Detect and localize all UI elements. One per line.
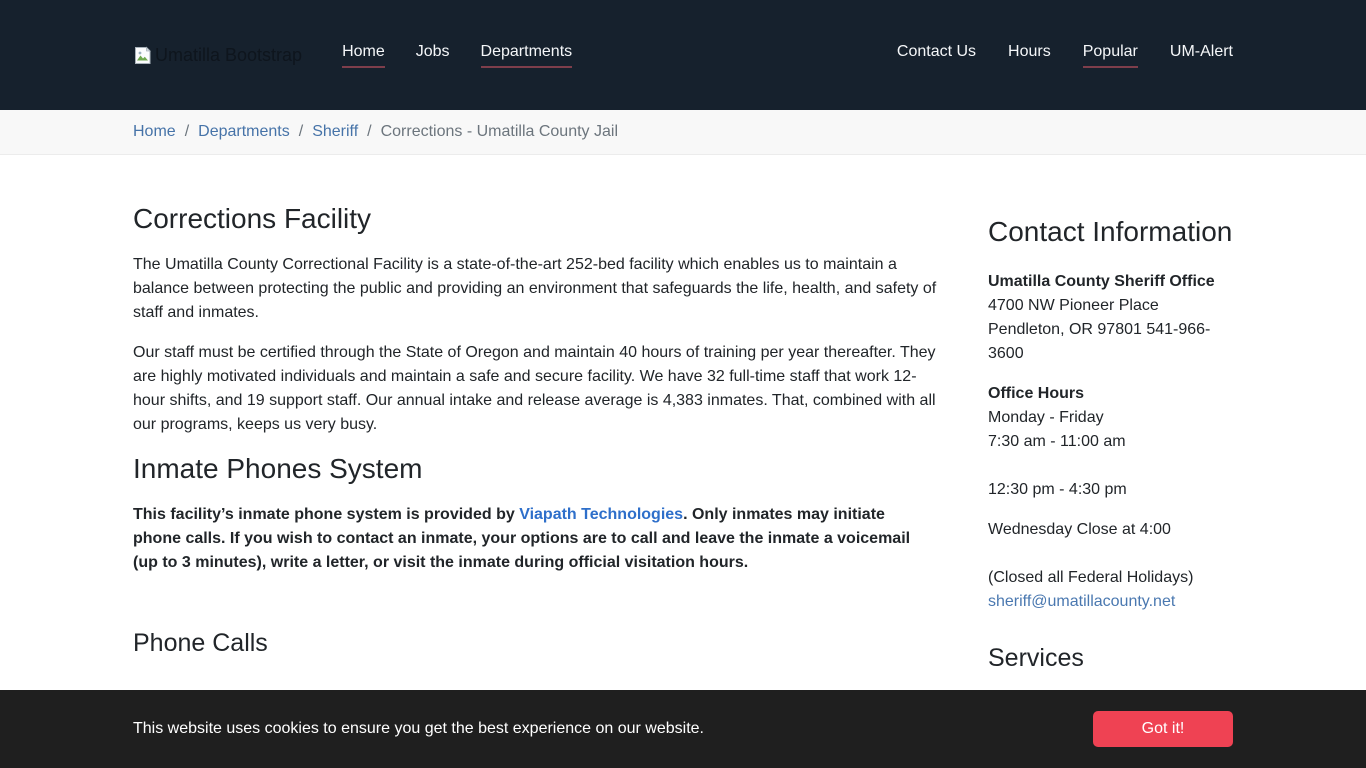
navbar-left-links: Home Jobs Departments: [342, 43, 572, 68]
viapath-technologies-link[interactable]: Viapath Technologies: [519, 506, 683, 523]
breadcrumb-current-page: Corrections - Umatilla County Jail: [381, 123, 618, 141]
office-hours-wednesday: Wednesday Close at 4:00: [988, 518, 1233, 542]
navbar-container: Umatilla Bootstrap Home Jobs Departments…: [133, 43, 1233, 68]
breadcrumb-bar: Home / Departments / Sheriff / Correctio…: [0, 110, 1366, 155]
office-hours-title: Office Hours: [988, 385, 1084, 402]
brand-logo[interactable]: Umatilla Bootstrap: [133, 45, 302, 66]
breadcrumb-link-sheriff[interactable]: Sheriff: [312, 123, 358, 141]
main-column: Corrections Facility The Umatilla County…: [133, 203, 937, 689]
sheriff-email-link[interactable]: sheriff@umatillacounty.net: [988, 593, 1175, 610]
nav-link-home[interactable]: Home: [342, 43, 385, 68]
nav-link-contact-us[interactable]: Contact Us: [897, 43, 976, 68]
brand-alt-text: Umatilla Bootstrap: [155, 45, 302, 66]
office-name: Umatilla County Sheriff Office: [988, 273, 1215, 290]
navbar-right-links: Contact Us Hours Popular UM-Alert: [897, 43, 1233, 68]
inmate-phones-title: Inmate Phones System: [133, 453, 937, 485]
intro-paragraph-1: The Umatilla County Correctional Facilit…: [133, 253, 937, 325]
breadcrumb-link-departments[interactable]: Departments: [198, 123, 290, 141]
broken-image-icon: [133, 46, 152, 65]
office-hours-morning: 7:30 am - 11:00 am: [988, 433, 1126, 450]
nav-link-jobs[interactable]: Jobs: [416, 43, 450, 68]
nav-link-popular[interactable]: Popular: [1083, 43, 1138, 68]
cookie-banner-container: This website uses cookies to ensure you …: [133, 711, 1233, 747]
cookie-message: This website uses cookies to ensure you …: [133, 720, 704, 738]
holiday-and-email-block: (Closed all Federal Holidays) sheriff@um…: [988, 566, 1233, 614]
contact-information-title: Contact Information: [988, 216, 1233, 248]
address-line-2: Pendleton, OR 97801 541-966-3600: [988, 321, 1210, 362]
holiday-note: (Closed all Federal Holidays): [988, 569, 1193, 586]
breadcrumb: Home / Departments / Sheriff / Correctio…: [133, 123, 1233, 141]
nav-link-um-alert[interactable]: UM-Alert: [1170, 43, 1233, 68]
phone-calls-title: Phone Calls: [133, 629, 937, 658]
page-title: Corrections Facility: [133, 203, 937, 235]
services-title: Services: [988, 644, 1233, 673]
breadcrumb-separator: /: [185, 123, 189, 141]
nav-link-hours[interactable]: Hours: [1008, 43, 1051, 68]
page-content: Corrections Facility The Umatilla County…: [133, 203, 1233, 689]
cookie-consent-banner: This website uses cookies to ensure you …: [0, 690, 1366, 768]
office-hours-block: Office Hours Monday - Friday 7:30 am - 1…: [988, 382, 1233, 454]
top-navbar: Umatilla Bootstrap Home Jobs Departments…: [0, 0, 1366, 110]
contact-address-block: Umatilla County Sheriff Office 4700 NW P…: [988, 270, 1233, 366]
office-hours-afternoon: 12:30 pm - 4:30 pm: [988, 478, 1233, 502]
intro-paragraph-2: Our staff must be certified through the …: [133, 341, 937, 437]
inmate-phones-text-before: This facility’s inmate phone system is p…: [133, 506, 519, 523]
inmate-phones-paragraph: This facility’s inmate phone system is p…: [133, 503, 937, 575]
office-hours-days: Monday - Friday: [988, 409, 1104, 426]
sidebar: Contact Information Umatilla County Sher…: [988, 203, 1233, 689]
address-line-1: 4700 NW Pioneer Place: [988, 297, 1159, 314]
cookie-accept-button[interactable]: Got it!: [1093, 711, 1233, 747]
nav-link-departments[interactable]: Departments: [481, 43, 573, 68]
breadcrumb-separator: /: [367, 123, 371, 141]
breadcrumb-link-home[interactable]: Home: [133, 123, 176, 141]
breadcrumb-separator: /: [299, 123, 303, 141]
